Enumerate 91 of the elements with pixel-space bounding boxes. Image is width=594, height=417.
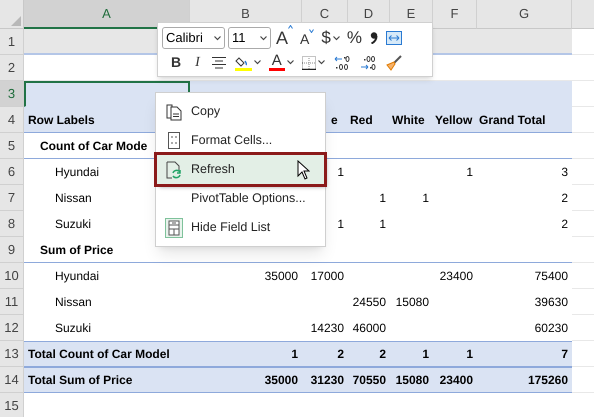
table-cell-text: 60230 [534, 320, 568, 336]
column-label: Grand Total [479, 112, 546, 128]
font-color-button[interactable]: A [266, 54, 296, 71]
refresh-icon [166, 160, 182, 178]
column-label: Red [350, 112, 373, 128]
row-label: Hyundai [55, 268, 100, 284]
row-label: Nissan [55, 294, 92, 310]
table-cell-text: 75400 [534, 268, 568, 284]
row-header[interactable]: 6 [0, 159, 24, 185]
row-label: Total Sum of Price [28, 372, 132, 389]
row-header[interactable]: 7 [0, 185, 24, 211]
table-cell-text: 1 [466, 346, 473, 363]
row-header[interactable]: 2 [0, 55, 24, 81]
menu-item[interactable]: Format Cells... [157, 126, 324, 155]
up-caret-icon [288, 24, 294, 28]
caret-icon [254, 60, 261, 65]
table-cell-text: 15080 [396, 294, 429, 310]
row-header[interactable]: 11 [0, 289, 24, 315]
table-cell-text: 2 [337, 346, 344, 363]
wrap-text-button[interactable] [384, 31, 404, 45]
borders-button[interactable] [300, 56, 327, 70]
table-cell-text: 2 [379, 346, 386, 363]
table-cell-text: 2 [561, 216, 568, 232]
caret-icon [318, 60, 325, 65]
table-cell-text: 23400 [440, 268, 473, 284]
table-cell-text: 70550 [352, 372, 386, 389]
row-header[interactable]: 3 [0, 81, 24, 107]
row-label: Total Count of Car Model [28, 346, 170, 363]
mouse-pointer-icon [297, 160, 310, 180]
table-cell-text: 15080 [396, 372, 429, 389]
row-header[interactable]: 15 [0, 393, 24, 417]
caret-icon [286, 60, 294, 65]
table-cell-text: 1 [379, 216, 386, 232]
column-label: White [392, 112, 425, 128]
row-label: Sum of Price [40, 242, 114, 258]
copy-icon [166, 102, 182, 120]
row-header[interactable]: 5 [0, 133, 24, 159]
fill-color-button[interactable] [232, 54, 263, 70]
table-cell-text: 1 [291, 346, 298, 363]
table-cell-text: 2 [561, 190, 568, 206]
row-label: Count of Car Mode [40, 138, 148, 154]
table-cell-text: 3 [561, 164, 568, 180]
column-header[interactable]: F [433, 0, 477, 29]
table-cell-text: 39630 [534, 294, 568, 310]
row-label: Hyundai [55, 164, 100, 180]
down-caret-icon [309, 29, 314, 33]
row-header[interactable]: 4 [0, 107, 24, 133]
bold-button[interactable]: B [166, 52, 186, 73]
table-cell-text: 17000 [310, 268, 344, 284]
row-header[interactable]: 8 [0, 211, 24, 237]
font-size-field[interactable]: 11 [228, 27, 271, 49]
menu-item[interactable]: Refresh [157, 155, 324, 184]
table-cell-text: 1 [337, 216, 344, 232]
table-cell-text: 46000 [352, 320, 386, 336]
font-field[interactable]: Calibri [162, 27, 225, 49]
table-cell-text: 14230 [310, 320, 344, 336]
table-cell-text: 35000 [264, 372, 298, 389]
menu-item[interactable]: PivotTable Options... [157, 184, 324, 213]
table-cell-text: 31230 [310, 372, 344, 389]
table-cell-text: 1 [422, 346, 429, 363]
row-label: Nissan [55, 190, 92, 206]
column-label: Yellow [435, 112, 472, 128]
menu-item[interactable]: Copy [157, 97, 324, 126]
row-header[interactable]: 10 [0, 263, 24, 289]
table-cell-text: 7 [561, 346, 568, 363]
list-icon [168, 132, 180, 149]
column-label: e [331, 112, 338, 128]
table-cell-text: 1 [379, 190, 386, 206]
table-cell-text: 1 [337, 164, 344, 180]
row-header[interactable]: 9 [0, 237, 24, 263]
row-header[interactable]: 1 [0, 29, 24, 55]
column-label: Row Labels [28, 112, 95, 128]
caret-icon [214, 36, 221, 40]
row-header[interactable]: 12 [0, 315, 24, 341]
row-header[interactable]: 14 [0, 367, 24, 393]
table-cell-text: 1 [422, 190, 429, 206]
table-cell-text: 23400 [440, 372, 473, 389]
decrease-font-button[interactable]: A [298, 29, 316, 50]
row-header[interactable]: 13 [0, 341, 24, 367]
table-cell-text: 1 [466, 164, 473, 180]
field-list-icon [165, 218, 183, 238]
caret-icon [260, 36, 267, 40]
menu-item[interactable]: Hide Field List [157, 213, 324, 242]
row-label: Suzuki [55, 320, 92, 336]
table-cell-text: 175260 [528, 372, 568, 389]
column-header[interactable]: G [477, 0, 572, 29]
table-cell-text: 35000 [264, 268, 298, 284]
column-header[interactable]: A [24, 0, 190, 29]
italic-button[interactable]: I [190, 52, 205, 73]
table-cell-text: 24550 [352, 294, 386, 310]
row-label: Suzuki [55, 216, 92, 232]
